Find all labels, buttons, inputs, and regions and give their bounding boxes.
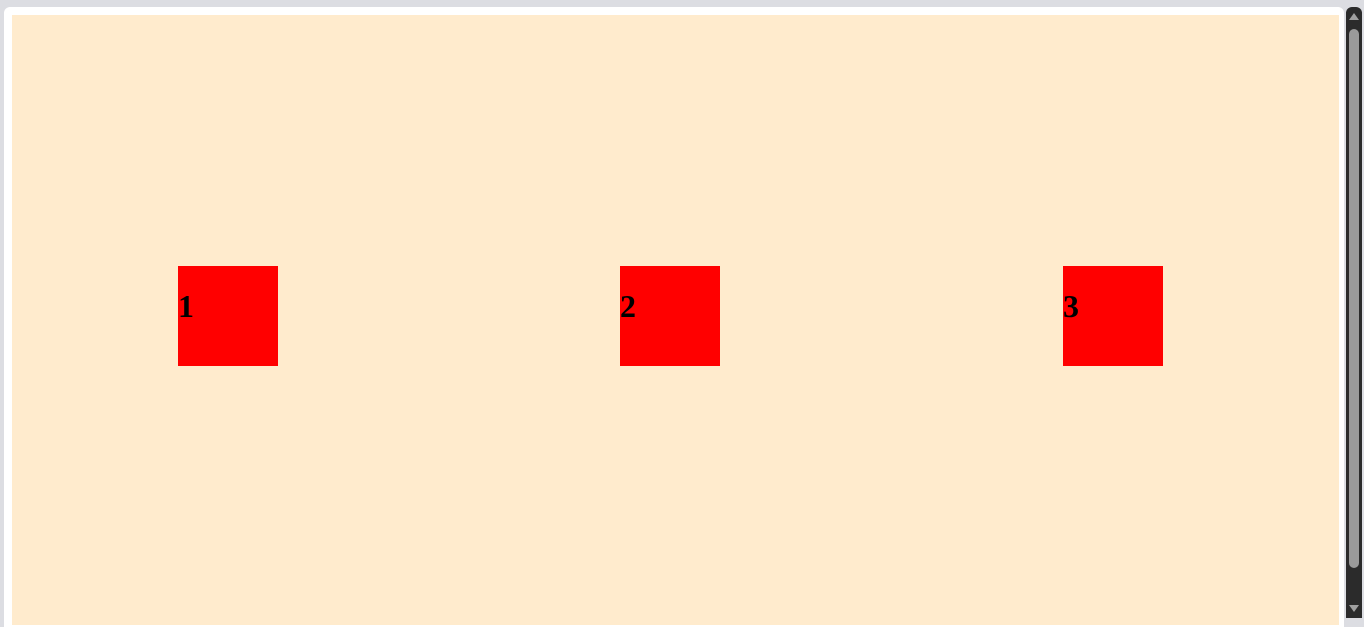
scroll-up-arrow-icon[interactable] <box>1349 13 1359 20</box>
box-1-label: 1 <box>178 288 194 324</box>
red-box-3: 3 <box>1063 266 1163 366</box>
vertical-scrollbar[interactable] <box>1346 7 1362 618</box>
red-box-2: 2 <box>620 266 720 366</box>
scroll-down-arrow-icon[interactable] <box>1349 605 1359 612</box>
box-2-label: 2 <box>620 288 636 324</box>
scrollbar-thumb[interactable] <box>1349 29 1359 568</box>
browser-viewport: 1 2 3 <box>4 7 1344 627</box>
red-box-1: 1 <box>178 266 278 366</box>
box-3-label: 3 <box>1063 288 1079 324</box>
page-canvas: 1 2 3 <box>12 15 1339 625</box>
